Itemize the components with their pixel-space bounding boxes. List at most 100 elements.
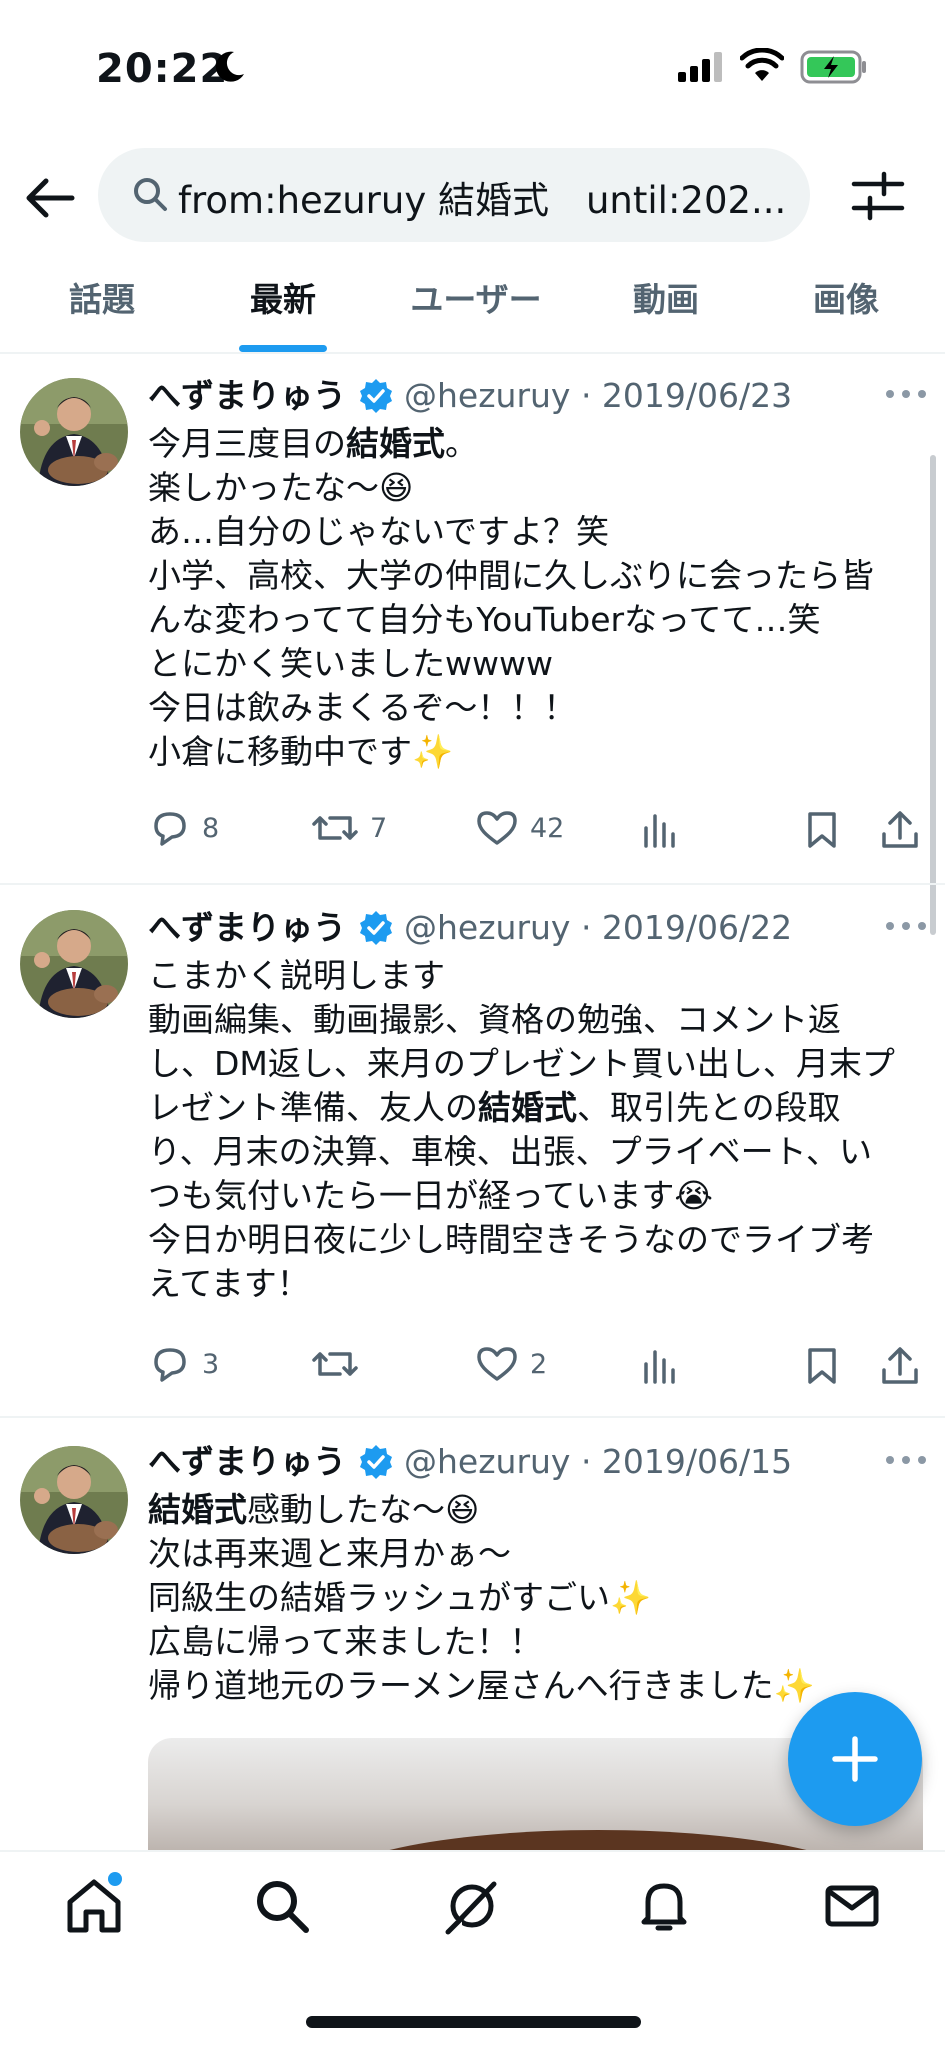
grok-icon[interactable] [442, 1876, 502, 1936]
handle-date[interactable]: @hezuruy · 2019/06/23 [404, 374, 792, 418]
tweet-text-segment: 広島に帰って来ました！！ [148, 1622, 543, 1661]
divider [0, 883, 945, 885]
highlighted-keyword: 結婚式 [478, 1088, 577, 1127]
more-options-icon[interactable] [882, 384, 930, 404]
active-tab-indicator [239, 345, 327, 352]
views-chart-icon[interactable] [640, 812, 680, 848]
tweet-text-segment: し、DM返し、来月のプレゼント買い出し、月末プ [148, 1044, 895, 1083]
bookmark-icon[interactable] [804, 1346, 840, 1386]
tweet-text-segment: 楽しかったな〜😆 [148, 468, 414, 507]
handle-date[interactable]: @hezuruy · 2019/06/15 [404, 1440, 792, 1484]
tweet-text[interactable]: こまかく説明します 動画編集、動画撮影、資格の勉強、コメント返 し、DM返し、来月の… [148, 954, 908, 1306]
tweet-text[interactable]: 結婚式感動したな〜😆 次は再来週と来月かぁ〜 同級生の結婚ラッシュがすごい✨ 広島に帰… [148, 1488, 908, 1708]
home-indicator[interactable] [306, 2016, 641, 2028]
tweet-line: 小倉に移動中です✨ [148, 730, 908, 774]
retweet-button[interactable] [312, 1344, 370, 1384]
tweet-text-segment: 小学、高校、大学の仲間に久しぶりに会ったら皆 [148, 556, 874, 595]
status-time: 20:22 [96, 46, 229, 92]
like-button[interactable]: 42 [476, 808, 564, 848]
reply-count: 3 [202, 1348, 220, 1380]
like-button[interactable]: 2 [476, 1344, 547, 1384]
avatar[interactable] [20, 378, 128, 486]
tab-users[interactable]: ユーザー [396, 278, 556, 348]
tweet-text-segment: 今日は飲みまくるぞ〜！！！ [148, 688, 577, 727]
share-icon[interactable] [880, 1346, 920, 1386]
tweet-line: 同級生の結婚ラッシュがすごい✨ [148, 1576, 908, 1620]
tab-videos[interactable]: 動画 [606, 278, 726, 348]
reply-icon [154, 812, 186, 846]
share-icon[interactable] [880, 810, 920, 850]
retweet-button[interactable]: 7 [312, 808, 387, 848]
divider [0, 1416, 945, 1418]
tweet-text[interactable]: 今月三度目の結婚式。 楽しかったな〜😆 あ…自分のじゃないですよ？笑小学、高校、大学… [148, 422, 908, 774]
highlighted-keyword: 結婚式 [346, 424, 445, 463]
wifi-icon [740, 48, 784, 81]
tweet-line: 小学、高校、大学の仲間に久しぶりに会ったら皆 [148, 554, 908, 598]
tweet-text-segment: んな変わってて自分もYouTuberなってて…笑 [148, 600, 821, 639]
verified-badge-icon [360, 1445, 392, 1479]
verified-badge-icon [360, 911, 392, 945]
tweet-line: 今月三度目の結婚式。 [148, 422, 908, 466]
moon-icon [215, 51, 244, 82]
tweet-text-segment: 感動したな〜😆 [247, 1490, 480, 1529]
tweet-line: 今日か明日夜に少し時間空きそうなのでライブ考 [148, 1218, 908, 1262]
search-icon [134, 178, 167, 211]
reply-count: 8 [202, 812, 220, 844]
handle-date[interactable]: @hezuruy · 2019/06/22 [404, 906, 792, 950]
tweet-line: 今日は飲みまくるぞ〜！！！ [148, 686, 908, 730]
tweet-line: あ…自分のじゃないですよ？笑 [148, 510, 908, 554]
reply-icon [154, 1348, 186, 1382]
messages-envelope-icon[interactable] [822, 1876, 882, 1936]
display-name[interactable]: へずまりゅう [148, 374, 346, 418]
tweet-line: 次は再来週と来月かぁ〜 [148, 1532, 908, 1576]
tweet-text-segment: 帰り道地元のラーメン屋さんへ行きました✨ [148, 1666, 815, 1705]
search-icon[interactable] [252, 1876, 312, 1936]
tweet-text-segment: つも気付いたら一日が経っています😭 [148, 1176, 713, 1215]
heart-icon [477, 811, 517, 845]
tab-images[interactable]: 画像 [786, 278, 906, 348]
tweet-line: 結婚式感動したな〜😆 [148, 1488, 908, 1532]
tweet-line: り、月末の決算、車検、出張、プライベート、い [148, 1130, 908, 1174]
tweet-text-segment: 次は再来週と来月かぁ〜 [148, 1534, 511, 1573]
views-chart-icon[interactable] [640, 1348, 680, 1384]
verified-badge-icon [360, 379, 392, 413]
tweet-text-segment: 小倉に移動中です✨ [148, 732, 454, 771]
tweet-line: 広島に帰って来ました！！ [148, 1620, 908, 1664]
back-arrow-icon[interactable] [20, 168, 80, 228]
divider [0, 352, 945, 354]
tweet-line: とにかく笑いましたwwww [148, 642, 908, 686]
scrollbar[interactable] [930, 455, 936, 935]
tab-latest[interactable]: 最新 [222, 278, 344, 348]
avatar[interactable] [20, 1446, 128, 1554]
notifications-bell-icon[interactable] [634, 1876, 694, 1936]
highlighted-keyword: 結婚式 [148, 1490, 247, 1529]
tab-topics[interactable]: 話題 [42, 278, 162, 348]
search-query[interactable]: from:hezuruy 結婚式 until:202... [178, 170, 788, 224]
like-count: 42 [530, 812, 565, 844]
home-unread-dot [108, 1872, 122, 1886]
retweet-icon [312, 816, 358, 840]
tweet-text-segment: とにかく笑いましたwwww [148, 644, 553, 683]
tweet-text-segment: レゼント準備、友人の [148, 1088, 478, 1127]
reply-button[interactable]: 8 [150, 808, 219, 848]
display-name[interactable]: へずまりゅう [148, 1440, 346, 1484]
display-name[interactable]: へずまりゅう [148, 906, 346, 950]
filter-sliders-icon[interactable] [850, 168, 906, 224]
tweet-text-segment: 同級生の結婚ラッシュがすごい✨ [148, 1578, 652, 1617]
more-options-icon[interactable] [882, 1450, 930, 1470]
tweet-text-segment: えてます！ [148, 1264, 310, 1303]
more-options-icon[interactable] [882, 916, 930, 936]
tweet-line: つも気付いたら一日が経っています😭 [148, 1174, 908, 1218]
cellular-signal-icon [678, 52, 722, 82]
battery-charging-icon [800, 50, 866, 84]
avatar[interactable] [20, 910, 128, 1018]
compose-button[interactable] [788, 1692, 922, 1826]
reply-button[interactable]: 3 [150, 1344, 219, 1384]
tweet-text-segment: あ…自分のじゃないですよ？笑 [148, 512, 610, 551]
tweet-text-segment: 、取引先との段取 [577, 1088, 841, 1127]
bookmark-icon[interactable] [804, 810, 840, 850]
tweet-line: こまかく説明します [148, 954, 908, 998]
tweet-text-segment: り、月末の決算、車検、出張、プライベート、い [148, 1132, 873, 1171]
tweet-line: えてます！ [148, 1262, 908, 1306]
retweet-count: 7 [370, 812, 388, 844]
